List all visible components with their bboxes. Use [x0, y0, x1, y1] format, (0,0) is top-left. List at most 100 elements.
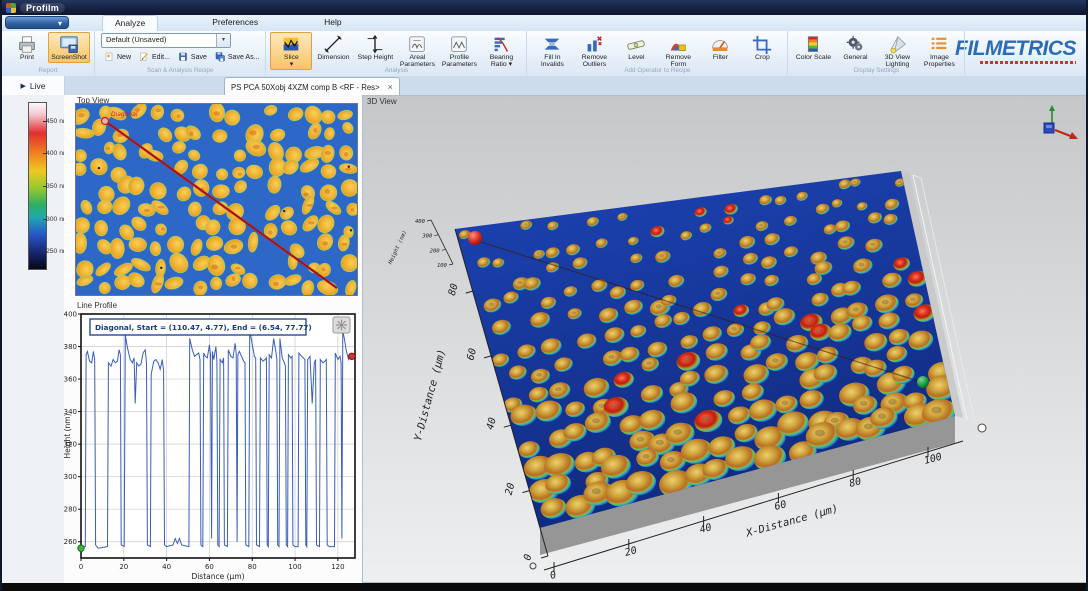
general-button-label: General	[843, 54, 867, 61]
color-scale-icon	[802, 34, 824, 54]
3d-view-lighting-button[interactable]: 3D View Lighting	[876, 32, 918, 70]
z-3d-tick-label: 400	[415, 219, 426, 225]
orientation-triad-icon[interactable]	[1044, 105, 1078, 139]
ribbon-group-analysis: Slice ▾ Dimension Step HeightAreal Paramet…	[266, 31, 527, 75]
profile-parameters-button[interactable]: Profile Parameters	[438, 32, 480, 70]
screenshot-button[interactable]: ScreenShot	[48, 32, 90, 63]
x-3d-tick-label: 40	[699, 522, 713, 536]
document-tab-bar: ▶ Live PS PCA 50Xobj 4XZM comp B <RF - R…	[2, 76, 1086, 95]
ribbon-group-label: Add Operator to Recipe	[527, 67, 787, 74]
application-window: Profilm ▾ AnalyzePreferencesHelp FILMETR…	[0, 0, 1088, 591]
x-3d-tick-label: 0	[549, 570, 558, 582]
crop-button[interactable]: Crop	[741, 32, 783, 63]
y-3d-tick-label: 60	[465, 347, 479, 361]
edit-icon	[138, 51, 150, 64]
top-view-image[interactable]: Diagonal	[75, 103, 358, 296]
y-tick-label: 260	[64, 538, 77, 546]
dimension-button-label: Dimension	[317, 54, 349, 61]
y-3d-tick-label: 0	[522, 553, 534, 562]
document-tab-label: PS PCA 50Xobj 4XZM comp B <RF - Res>	[231, 83, 380, 92]
color-scale-button[interactable]: Color Scale	[792, 32, 834, 63]
live-button[interactable]: ▶ Live	[2, 76, 65, 95]
general-icon	[844, 34, 866, 54]
3d-view-lighting-button-label: 3D View Lighting	[878, 54, 916, 68]
fill-in-invalids-button-label: Fill In Invalids	[533, 54, 571, 68]
remove-form-button[interactable]: Remove Form	[657, 32, 699, 70]
print-button-label: Print	[20, 54, 34, 61]
z-3d-tick-label: 200	[430, 248, 441, 254]
bearing-icon	[490, 34, 512, 54]
fill-in-invalids-button[interactable]: Fill In Invalids	[531, 32, 573, 70]
ribbon-group-report: PrintScreenShotReport	[2, 31, 95, 75]
areal-parameters-button[interactable]: Areal Parameters	[396, 32, 438, 70]
x-3d-axis-label: X-Distance (µm)	[744, 503, 840, 540]
edit-button[interactable]: Edit...	[136, 50, 172, 65]
dimension-button[interactable]: Dimension	[312, 32, 354, 63]
slice-line-label: Diagonal	[111, 111, 138, 118]
remove-outliers-button-label: Remove Outliers	[575, 54, 613, 68]
axis-endcap	[978, 424, 986, 432]
crop-icon	[751, 34, 773, 54]
live-button-label: Live	[30, 81, 46, 91]
chart-options-icon[interactable]	[333, 317, 350, 333]
x-3d-tick-label: 60	[773, 499, 787, 513]
crop-button-label: Crop	[755, 54, 770, 61]
edit-button-label: Edit...	[152, 54, 170, 61]
z-3d-tick-label: 100	[437, 263, 448, 269]
x-tick-label: 80	[248, 563, 257, 571]
level-button[interactable]: Level	[615, 32, 657, 63]
line-profile-chart[interactable]: 020406080100120260280300320340360380400D…	[64, 308, 362, 581]
play-icon: ▶	[21, 82, 26, 90]
y-tick-label: 360	[64, 376, 77, 384]
bearing-ratio-button-label: Bearing Ratio ▾	[482, 54, 520, 68]
close-icon[interactable]: ×	[388, 82, 393, 92]
slice-end-sphere	[917, 376, 929, 388]
color-scale-sidebar: 450 nm400 nm350 nm300 nm250 nm	[2, 95, 64, 583]
step-height-icon	[364, 34, 386, 54]
recipe-combo-box[interactable]: Default (Unsaved)▾	[101, 33, 231, 48]
x-tick-label: 120	[331, 563, 344, 571]
x-tick-label: 0	[79, 563, 83, 571]
app-menu-button[interactable]: ▾	[5, 16, 69, 29]
fill-icon	[541, 34, 563, 54]
y-3d-tick-label: 40	[485, 416, 499, 430]
ribbon-group-scan-analysis-recipe: Default (Unsaved)▾ New Edit... Save Save As.…	[95, 31, 266, 75]
save-as-icon	[214, 51, 226, 64]
new-button-label: New	[117, 54, 131, 61]
filter-button-label: Filter	[713, 54, 728, 61]
lighting-icon	[886, 34, 908, 54]
image-properties-button-label: Image Properties	[920, 54, 958, 68]
level-button-label: Level	[628, 54, 644, 61]
x-tick-label: 40	[162, 563, 171, 571]
filmetrics-logo-dashes	[980, 61, 1076, 64]
profile-parameters-button-label: Profile Parameters	[440, 54, 478, 68]
bearing-ratio-button[interactable]: Bearing Ratio ▾	[480, 32, 522, 70]
areal-parameters-button-label: Areal Parameters	[398, 54, 436, 68]
left-panel: Top View Diagonal Line Profile 020406080…	[64, 95, 362, 583]
start-marker	[78, 545, 84, 551]
menu-tab-preferences[interactable]: Preferences	[200, 15, 270, 31]
three-d-surface-plot[interactable]: 020406080100X-Distance (µm)806040200Y-Di…	[363, 96, 1087, 582]
chevron-down-icon[interactable]: ▾	[216, 34, 230, 47]
general-button[interactable]: General	[834, 32, 876, 63]
image-properties-button[interactable]: Image Properties	[918, 32, 960, 70]
new-button[interactable]: New	[101, 50, 133, 65]
x-tick-label: 60	[205, 563, 214, 571]
window-title: Profilm	[20, 3, 65, 13]
app-logo-icon	[6, 3, 16, 13]
save-as-button[interactable]: Save As...	[212, 50, 262, 65]
menu-tab-help[interactable]: Help	[312, 15, 353, 31]
remove-outliers-button[interactable]: Remove Outliers	[573, 32, 615, 70]
print-button[interactable]: Print	[6, 32, 48, 63]
slice-button[interactable]: Slice ▾	[270, 32, 312, 70]
filter-button[interactable]: Filter	[699, 32, 741, 63]
axis-endcap-2	[530, 563, 536, 569]
document-tab[interactable]: PS PCA 50Xobj 4XZM comp B <RF - Res> ×	[224, 77, 400, 96]
step-height-button[interactable]: Step Height	[354, 32, 396, 63]
save-button-label: Save	[191, 54, 207, 61]
save-button[interactable]: Save	[175, 50, 209, 65]
y-axis-label: Height (nm)	[64, 413, 72, 458]
ribbon-group-display-settings: Color Scale General 3D View Lighting Image …	[788, 31, 965, 75]
x-tick-label: 100	[288, 563, 301, 571]
y-tick-label: 380	[64, 343, 77, 351]
